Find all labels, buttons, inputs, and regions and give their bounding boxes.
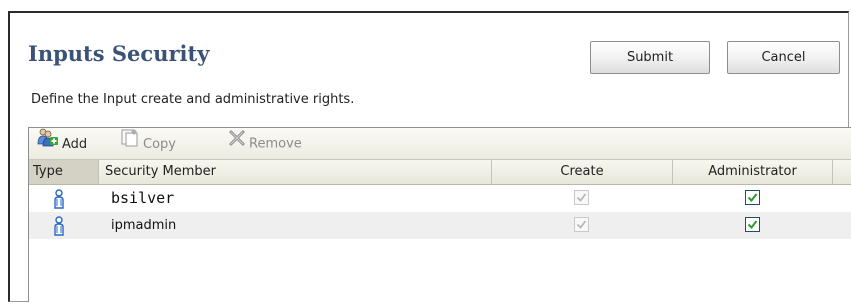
column-header-type[interactable]: Type [29,160,99,184]
security-table-panel: Add Copy Remove Type Security Member Cre… [28,127,851,302]
cancel-button[interactable]: Cancel [727,41,840,74]
copy-button[interactable]: Copy [120,128,176,160]
add-button[interactable]: Add [37,128,87,160]
copy-label: Copy [143,137,176,152]
add-user-icon [37,128,59,161]
type-cell [29,185,99,212]
column-header-administrator[interactable]: Administrator [673,160,833,184]
administrator-checkbox[interactable] [745,190,760,205]
page-description: Define the Input create and administrati… [31,92,355,107]
page-title: Inputs Security [28,41,210,66]
check-icon [576,220,587,229]
table-row[interactable]: bsilver [29,185,851,212]
remove-label: Remove [249,136,302,152]
submit-button[interactable]: Submit [590,41,710,74]
remove-button[interactable]: Remove [228,128,302,160]
column-header-security-member[interactable]: Security Member [99,160,492,184]
table-toolbar: Add Copy Remove [29,128,851,160]
check-icon [747,193,758,203]
security-member-name: bsilver [111,189,175,207]
user-icon [54,189,64,209]
create-checkbox [574,217,589,232]
check-icon [576,193,587,202]
add-label: Add [62,137,88,152]
user-icon [54,216,64,236]
column-header-create[interactable]: Create [492,160,673,184]
table-row[interactable]: ipmadmin [29,212,851,239]
remove-icon [228,128,246,160]
create-checkbox [574,190,589,205]
check-icon [747,220,758,230]
administrator-checkbox[interactable] [745,217,760,232]
type-cell [29,212,99,239]
security-member-name: ipmadmin [111,218,177,233]
copy-icon [120,128,140,161]
table-header: Type Security Member Create Administrato… [29,160,851,185]
